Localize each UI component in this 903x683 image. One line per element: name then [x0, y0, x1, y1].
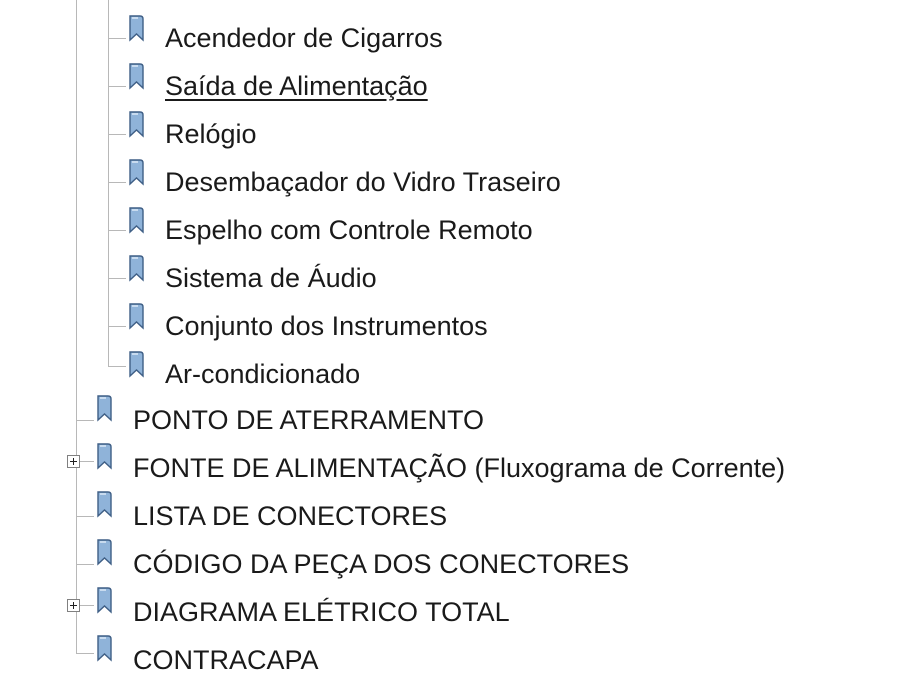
tree-item-label[interactable]: CONTRACAPA: [133, 645, 319, 676]
tree-item[interactable]: LISTA DE CONECTORES: [94, 491, 447, 538]
tree-branch: [76, 420, 94, 421]
bookmark-icon: [129, 303, 144, 330]
tree-item[interactable]: Relógio: [126, 111, 257, 156]
bookmark-icon: [129, 111, 144, 138]
tree-item[interactable]: CÓDIGO DA PEÇA DOS CONECTORES: [94, 539, 629, 586]
tree-item-label[interactable]: Desembaçador do Vidro Traseiro: [165, 167, 561, 198]
bookmark-icon: [97, 587, 112, 614]
bookmark-tree: Acendedor de Cigarros Saída de Alimentaç…: [0, 0, 903, 683]
tree-item-label[interactable]: DIAGRAMA ELÉTRICO TOTAL: [133, 597, 510, 628]
bookmark-icon: [97, 539, 112, 566]
bookmark-icon: [129, 351, 144, 378]
tree-branch: [108, 366, 126, 367]
tree-item[interactable]: Espelho com Controle Remoto: [126, 207, 533, 252]
tree-item-label[interactable]: Acendedor de Cigarros: [165, 23, 443, 54]
tree-item[interactable]: DIAGRAMA ELÉTRICO TOTAL: [94, 587, 510, 634]
expand-plus-icon[interactable]: [67, 455, 80, 468]
bookmark-icon: [97, 635, 112, 662]
tree-item[interactable]: CONTRACAPA: [94, 635, 319, 682]
tree-item[interactable]: Saída de Alimentação: [126, 63, 428, 108]
tree-item[interactable]: Ar-condicionado: [126, 351, 360, 396]
tree-item[interactable]: Acendedor de Cigarros: [126, 15, 443, 60]
tree-item[interactable]: Desembaçador do Vidro Traseiro: [126, 159, 561, 204]
tree-branch: [76, 516, 94, 517]
tree-item-label[interactable]: FONTE DE ALIMENTAÇÃO (Fluxograma de Corr…: [133, 453, 785, 484]
tree-branch: [108, 182, 126, 183]
tree-branch: [108, 278, 126, 279]
tree-branch: [80, 461, 94, 462]
tree-item-label[interactable]: Relógio: [165, 119, 257, 150]
tree-branch: [76, 653, 94, 654]
tree-branch: [80, 605, 94, 606]
bookmark-icon: [129, 15, 144, 42]
tree-item[interactable]: PONTO DE ATERRAMENTO: [94, 395, 484, 442]
tree-item-label[interactable]: LISTA DE CONECTORES: [133, 501, 447, 532]
tree-branch: [108, 134, 126, 135]
tree-branch: [108, 230, 126, 231]
tree-item[interactable]: FONTE DE ALIMENTAÇÃO (Fluxograma de Corr…: [94, 443, 785, 490]
bookmark-icon: [97, 443, 112, 470]
tree-item-label[interactable]: Espelho com Controle Remoto: [165, 215, 533, 246]
bookmark-icon: [97, 395, 112, 422]
tree-item-label[interactable]: Saída de Alimentação: [165, 71, 428, 102]
tree-branch: [108, 38, 126, 39]
tree-line-level2: [108, 0, 109, 366]
tree-branch: [108, 86, 126, 87]
tree-line-level1: [76, 0, 77, 653]
tree-item-label[interactable]: PONTO DE ATERRAMENTO: [133, 405, 484, 436]
tree-item-label[interactable]: CÓDIGO DA PEÇA DOS CONECTORES: [133, 549, 629, 580]
tree-item[interactable]: Sistema de Áudio: [126, 255, 377, 300]
bookmark-icon: [129, 63, 144, 90]
bookmark-icon: [129, 207, 144, 234]
bookmark-icon: [97, 491, 112, 518]
tree-item-label[interactable]: Conjunto dos Instrumentos: [165, 311, 488, 342]
tree-item-label[interactable]: Sistema de Áudio: [165, 263, 377, 294]
tree-item-label[interactable]: Ar-condicionado: [165, 359, 360, 390]
tree-item[interactable]: Conjunto dos Instrumentos: [126, 303, 488, 348]
expand-plus-icon[interactable]: [67, 599, 80, 612]
tree-branch: [76, 564, 94, 565]
bookmark-icon: [129, 159, 144, 186]
bookmark-icon: [129, 255, 144, 282]
tree-branch: [108, 326, 126, 327]
